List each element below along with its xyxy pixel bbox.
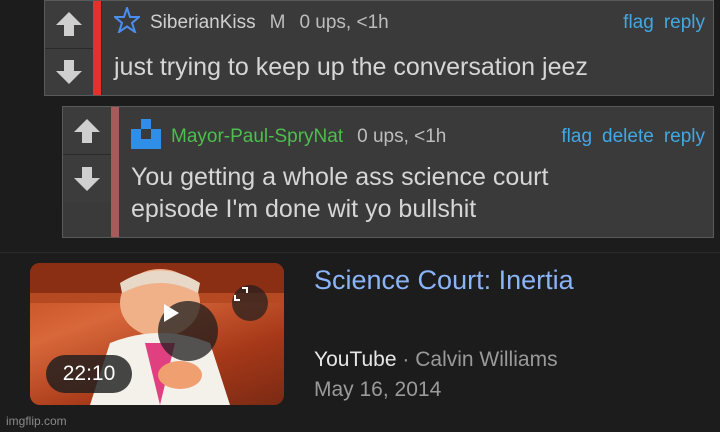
video-duration: 22:10	[46, 355, 132, 393]
comment-meta: SiberianKiss M 0 ups, <1h flag reply	[112, 4, 705, 39]
arrow-down-icon	[74, 167, 100, 191]
comment-text-line: episode I'm done wit yo bullshit	[131, 195, 477, 223]
flag-link[interactable]: flag	[623, 12, 654, 34]
pixel-avatar-icon	[131, 119, 161, 155]
comment-indicator-bar	[93, 1, 101, 95]
arrow-up-icon	[74, 118, 100, 143]
star-icon	[112, 4, 142, 39]
comment-content: SiberianKiss M 0 ups, <1h flag reply jus…	[101, 1, 713, 95]
video-title[interactable]: Science Court: Inertia	[314, 265, 574, 296]
video-source-line: YouTube · Calvin Williams	[314, 348, 558, 372]
arrow-down-icon	[56, 59, 82, 84]
imgflip-watermark: imgflip.com	[6, 414, 67, 428]
user-badge: M	[269, 12, 286, 33]
username[interactable]: Mayor-Paul-SpryNat	[171, 126, 343, 148]
video-card[interactable]: 22:10 Science Court: Inertia YouTube · C…	[0, 252, 720, 432]
expand-button[interactable]	[232, 285, 268, 321]
vote-column	[45, 1, 93, 95]
username[interactable]: SiberianKiss	[150, 12, 256, 34]
video-date: May 16, 2014	[314, 378, 442, 401]
flag-link[interactable]: flag	[561, 126, 592, 148]
upvote-button[interactable]	[45, 1, 93, 49]
comment-text-line: You getting a whole ass science court	[131, 163, 549, 191]
comment-stats: 0 ups, <1h	[357, 126, 447, 147]
expand-icon	[234, 287, 248, 301]
comment-stats: 0 ups, <1h	[299, 12, 389, 33]
separator: ·	[402, 348, 410, 371]
play-button[interactable]	[158, 301, 218, 361]
upvote-button[interactable]	[63, 107, 111, 155]
comment-text: You getting a whole ass science court ep…	[131, 161, 701, 225]
video-author: Calvin Williams	[415, 348, 558, 371]
reply-link[interactable]: reply	[664, 126, 705, 148]
comment-meta: Mayor-Paul-SpryNat 0 ups, <1h flag delet…	[131, 119, 705, 155]
reply-link[interactable]: reply	[664, 12, 705, 34]
downvote-button[interactable]	[45, 48, 93, 95]
comment-mayor-paul: Mayor-Paul-SpryNat 0 ups, <1h flag delet…	[62, 106, 714, 238]
comment-content: Mayor-Paul-SpryNat 0 ups, <1h flag delet…	[119, 107, 713, 237]
comment-indicator-bar	[111, 107, 119, 237]
comment-text: just trying to keep up the conversation …	[114, 53, 588, 81]
downvote-button[interactable]	[63, 155, 111, 203]
comment-siberiankiss: SiberianKiss M 0 ups, <1h flag reply jus…	[44, 0, 714, 96]
video-platform: YouTube	[314, 348, 397, 371]
video-thumbnail[interactable]: 22:10	[30, 263, 284, 405]
play-icon	[164, 304, 179, 322]
delete-link[interactable]: delete	[602, 126, 654, 148]
arrow-up-icon	[56, 12, 82, 37]
vote-column	[63, 107, 111, 237]
